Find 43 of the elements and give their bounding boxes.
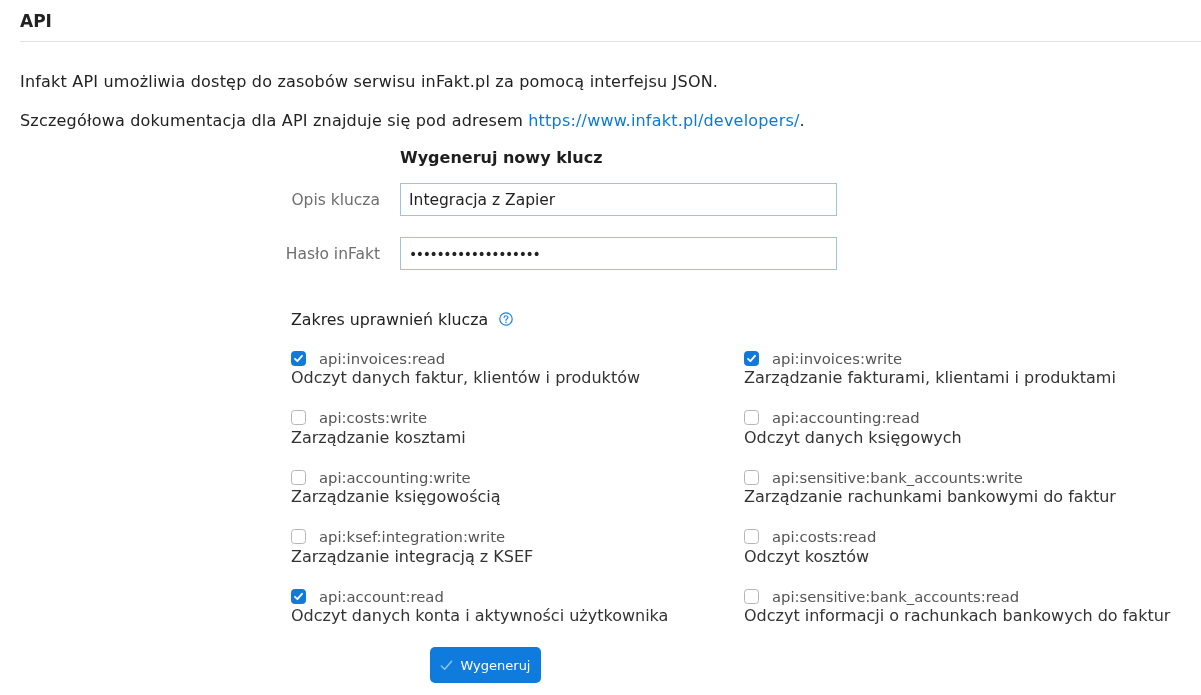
checkbox[interactable]	[744, 588, 759, 604]
checkbox[interactable]	[291, 410, 306, 425]
input-field[interactable]: Integracja z Zapier	[400, 183, 837, 216]
scope-description: Odczyt informacji o rachunkach bankowych do faktur	[744, 605, 1172, 627]
scope-name: api:costs:write	[319, 409, 428, 426]
documentation-link[interactable]: https://www.infakt.pl/developers/	[528, 111, 800, 130]
field-label: Opis klucza	[290, 190, 380, 209]
checkbox[interactable]	[744, 350, 759, 366]
intro-paragraph: Infakt API umożliwia dostęp do zasobów serwisu inFakt.pl za pomocą interfejsu JSON.	[20, 72, 720, 92]
scope-name: api:invoices:write	[772, 349, 903, 367]
scope-name: api:sensitive:bank_accounts:write	[772, 468, 1023, 486]
generate-button[interactable]: Wygeneruj	[430, 647, 541, 683]
scope-description: Odczyt danych księgowych	[744, 426, 963, 449]
form-title: Wygeneruj nowy klucz	[400, 147, 604, 169]
scope-description: Odczyt kosztów	[744, 545, 871, 568]
scope-description: Zarządzanie kosztami	[291, 426, 467, 449]
checkbox[interactable]	[291, 469, 306, 485]
checkbox[interactable]	[744, 410, 759, 425]
scope-description: Zarządzanie fakturami, klientami i produktami	[744, 367, 1117, 389]
checkbox[interactable]	[291, 350, 306, 366]
scope-name: api:invoices:read	[319, 349, 446, 367]
help-icon[interactable]	[499, 312, 514, 326]
scope-name: api:sensitive:bank_accounts:read	[772, 587, 1020, 605]
scope-name: api:accounting:write	[319, 468, 471, 486]
checkbox[interactable]	[744, 529, 759, 544]
scope-description: Zarządzanie rachunkami bankowymi do faktur	[744, 486, 1117, 508]
scope-name: api:account:read	[319, 587, 444, 605]
scope-description: Zarządzanie księgowością	[291, 486, 502, 508]
scope-description: Odczyt danych faktur, klientów i produktów	[291, 367, 642, 389]
checkbox[interactable]	[291, 588, 306, 604]
scope-description: Odczyt danych konta i aktywności użytkownika	[291, 605, 670, 627]
checkbox[interactable]	[291, 529, 306, 544]
scope-name: api:ksef:integration:write	[319, 528, 506, 545]
section-title: Zakres uprawnień klucza	[291, 309, 489, 329]
input-field[interactable]: •••••••••••••••••••	[400, 237, 837, 270]
checkbox[interactable]	[744, 469, 759, 485]
intro-paragraph: Szczegółowa dokumentacja dla API znajduje się pod adresem https://www.infakt.pl/developers/.	[20, 111, 806, 131]
scope-description: Zarządzanie integracją z KSEF	[291, 545, 535, 568]
scope-name: api:accounting:read	[772, 409, 920, 426]
scope-name: api:costs:read	[772, 528, 877, 545]
page-title: API	[20, 0, 1201, 42]
check-icon	[440, 658, 454, 672]
field-label: Hasło inFakt	[284, 244, 380, 263]
